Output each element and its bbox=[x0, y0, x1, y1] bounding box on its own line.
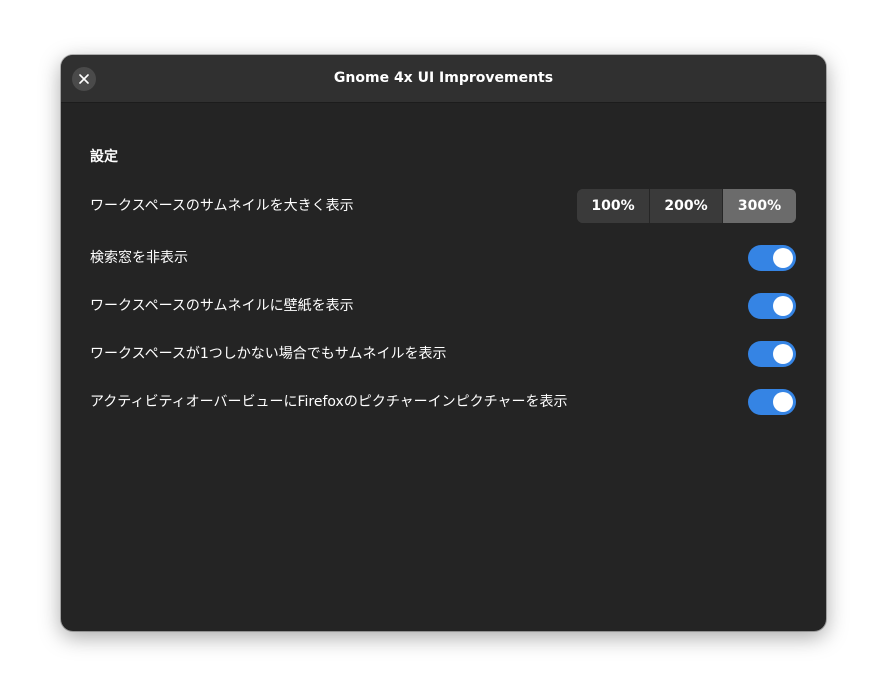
thumbnail-size-row: ワークスペースのサムネイルを大きく表示 100% 200% 300% bbox=[90, 189, 796, 223]
thumbnail-size-selector: 100% 200% 300% bbox=[577, 189, 796, 223]
thumbnail-wallpaper-label: ワークスペースのサムネイルに壁紙を表示 bbox=[90, 298, 354, 314]
size-100-button[interactable]: 100% bbox=[577, 189, 650, 223]
firefox-pip-row: アクティビティオーバービューにFirefoxのピクチャーインピクチャーを表示 bbox=[90, 385, 796, 419]
size-300-button[interactable]: 300% bbox=[723, 189, 796, 223]
title-bar: Gnome 4x UI Improvements bbox=[61, 55, 826, 103]
switch-knob bbox=[773, 392, 793, 412]
hide-search-switch[interactable] bbox=[748, 245, 796, 271]
section-heading: 設定 bbox=[90, 149, 118, 165]
firefox-pip-switch[interactable] bbox=[748, 389, 796, 415]
single-workspace-thumbnail-label: ワークスペースが1つしかない場合でもサムネイルを表示 bbox=[90, 346, 447, 362]
single-workspace-thumbnail-switch[interactable] bbox=[748, 341, 796, 367]
thumbnail-size-label: ワークスペースのサムネイルを大きく表示 bbox=[90, 198, 354, 214]
close-button[interactable] bbox=[72, 67, 96, 91]
switch-knob bbox=[773, 344, 793, 364]
thumbnail-wallpaper-switch[interactable] bbox=[748, 293, 796, 319]
switch-knob bbox=[773, 248, 793, 268]
preferences-window: Gnome 4x UI Improvements 設定 ワークスペースのサムネイ… bbox=[61, 55, 826, 631]
hide-search-row: 検索窓を非表示 bbox=[90, 241, 796, 275]
hide-search-label: 検索窓を非表示 bbox=[90, 250, 188, 266]
firefox-pip-label: アクティビティオーバービューにFirefoxのピクチャーインピクチャーを表示 bbox=[90, 394, 568, 410]
window-title: Gnome 4x UI Improvements bbox=[333, 70, 554, 86]
size-200-button[interactable]: 200% bbox=[650, 189, 723, 223]
single-workspace-thumbnail-row: ワークスペースが1つしかない場合でもサムネイルを表示 bbox=[90, 337, 796, 371]
switch-knob bbox=[773, 296, 793, 316]
close-icon bbox=[79, 74, 89, 84]
thumbnail-wallpaper-row: ワークスペースのサムネイルに壁紙を表示 bbox=[90, 289, 796, 323]
